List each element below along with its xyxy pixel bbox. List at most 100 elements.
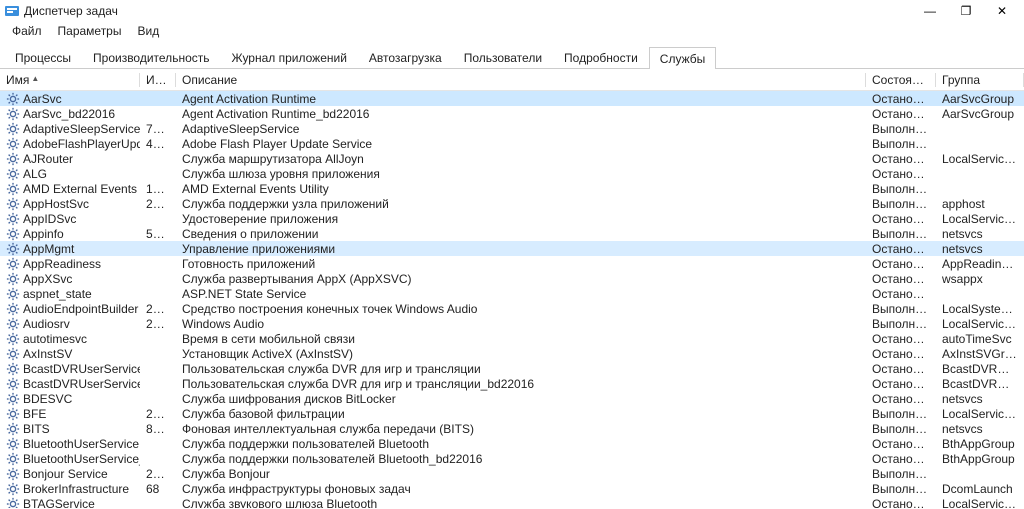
service-state: Остановлено: [866, 287, 936, 301]
table-row[interactable]: AJRouterСлужба маршрутизатора AllJoynОст…: [0, 151, 1024, 166]
service-description: Adobe Flash Player Update Service: [176, 137, 866, 151]
service-name: BITS: [23, 422, 50, 436]
service-name: AarSvc: [23, 92, 62, 106]
tab-processes[interactable]: Процессы: [4, 46, 82, 68]
service-name: BcastDVRUserService_bd2...: [23, 377, 140, 391]
table-row[interactable]: BluetoothUserService_bd22...Служба подде…: [0, 451, 1024, 466]
gear-icon: [6, 332, 20, 346]
gear-icon: [6, 497, 20, 509]
tab-startup[interactable]: Автозагрузка: [358, 46, 453, 68]
title-bar: Диспетчер задач — ❐ ✕: [0, 0, 1024, 22]
table-row[interactable]: autotimesvcВремя в сети мобильной связиО…: [0, 331, 1024, 346]
service-name: ALG: [23, 167, 47, 181]
table-row[interactable]: BDESVCСлужба шифрования дисков BitLocker…: [0, 391, 1024, 406]
service-state: Выполняется: [866, 137, 936, 151]
table-row[interactable]: Appinfo5536Сведения о приложенииВыполняе…: [0, 226, 1024, 241]
gear-icon: [6, 122, 20, 136]
service-description: Windows Audio: [176, 317, 866, 331]
header-pid[interactable]: ИД п...: [140, 70, 176, 90]
menu-view[interactable]: Вид: [129, 22, 167, 42]
service-group: LocalServiceN...: [936, 407, 1024, 421]
column-headers: Имя ▲ ИД п... Описание Состояние Группа: [0, 69, 1024, 91]
table-row[interactable]: AppReadinessГотовность приложенийОстанов…: [0, 256, 1024, 271]
table-row[interactable]: AppMgmtУправление приложениямиОстановлен…: [0, 241, 1024, 256]
service-state: Выполняется: [866, 122, 936, 136]
services-list[interactable]: AarSvcAgent Activation RuntimeОстановлен…: [0, 91, 1024, 508]
tab-services[interactable]: Службы: [649, 47, 716, 69]
service-pid: 7936: [140, 122, 176, 136]
gear-icon: [6, 197, 20, 211]
table-row[interactable]: ALGСлужба шлюза уровня приложенияОстанов…: [0, 166, 1024, 181]
gear-icon: [6, 257, 20, 271]
tab-app-history[interactable]: Журнал приложений: [221, 46, 358, 68]
table-row[interactable]: AdaptiveSleepService7936AdaptiveSleepSer…: [0, 121, 1024, 136]
table-row[interactable]: AppHostSvc2268Служба поддержки узла прил…: [0, 196, 1024, 211]
service-state: Остановлено: [866, 347, 936, 361]
service-name: AMD External Events Utility: [23, 182, 140, 196]
table-row[interactable]: Audiosrv2272Windows AudioВыполняетсяLoca…: [0, 316, 1024, 331]
service-name: BluetoothUserService: [23, 437, 139, 451]
service-name: BcastDVRUserService: [23, 362, 140, 376]
service-state: Остановлено: [866, 377, 936, 391]
service-pid: 4680: [140, 137, 176, 151]
header-state[interactable]: Состояние: [866, 70, 936, 90]
close-button[interactable]: ✕: [984, 0, 1020, 22]
menu-options[interactable]: Параметры: [50, 22, 130, 42]
tab-users[interactable]: Пользователи: [453, 46, 553, 68]
table-row[interactable]: BFE2856Служба базовой фильтрацииВыполняе…: [0, 406, 1024, 421]
table-row[interactable]: AMD External Events Utility1556AMD Exter…: [0, 181, 1024, 196]
header-group[interactable]: Группа: [936, 70, 1024, 90]
table-row[interactable]: AdobeFlashPlayerUpdateSvc4680Adobe Flash…: [0, 136, 1024, 151]
table-row[interactable]: BrokerInfrastructure68Служба инфраструкт…: [0, 481, 1024, 496]
service-group: netsvcs: [936, 422, 1024, 436]
table-row[interactable]: AppXSvcСлужба развертывания AppX (AppXSV…: [0, 271, 1024, 286]
table-row[interactable]: AppIDSvcУдостоверение приложенияОстановл…: [0, 211, 1024, 226]
table-row[interactable]: AudioEndpointBuilder2116Средство построе…: [0, 301, 1024, 316]
maximize-button[interactable]: ❐: [948, 0, 984, 22]
menu-file[interactable]: Файл: [4, 22, 50, 42]
gear-icon: [6, 227, 20, 241]
minimize-button[interactable]: —: [912, 0, 948, 22]
header-description[interactable]: Описание: [176, 70, 866, 90]
table-row[interactable]: BcastDVRUserService_bd2...Пользовательск…: [0, 376, 1024, 391]
service-state: Остановлено: [866, 332, 936, 346]
service-description: Служба инфраструктуры фоновых задач: [176, 482, 866, 496]
service-state: Остановлено: [866, 362, 936, 376]
tab-details[interactable]: Подробности: [553, 46, 649, 68]
service-state: Остановлено: [866, 152, 936, 166]
service-name: AppMgmt: [23, 242, 74, 256]
gear-icon: [6, 467, 20, 481]
service-state: Выполняется: [866, 197, 936, 211]
table-row[interactable]: BTAGServiceСлужба звукового шлюза Blueto…: [0, 496, 1024, 508]
table-row[interactable]: aspnet_stateASP.NET State ServiceОстанов…: [0, 286, 1024, 301]
service-description: ASP.NET State Service: [176, 287, 866, 301]
gear-icon: [6, 377, 20, 391]
gear-icon: [6, 437, 20, 451]
table-row[interactable]: AarSvcAgent Activation RuntimeОстановлен…: [0, 91, 1024, 106]
service-name: AarSvc_bd22016: [23, 107, 115, 121]
table-row[interactable]: BluetoothUserServiceСлужба поддержки пол…: [0, 436, 1024, 451]
gear-icon: [6, 242, 20, 256]
service-group: netsvcs: [936, 392, 1024, 406]
gear-icon: [6, 347, 20, 361]
table-row[interactable]: Bonjour Service2156Служба BonjourВыполня…: [0, 466, 1024, 481]
service-description: Служба звукового шлюза Bluetooth: [176, 497, 866, 509]
header-name[interactable]: Имя ▲: [0, 70, 140, 90]
service-pid: 2268: [140, 197, 176, 211]
table-row[interactable]: BcastDVRUserServiceПользовательская служ…: [0, 361, 1024, 376]
service-group: AxInstSVGroup: [936, 347, 1024, 361]
table-row[interactable]: BITS8420Фоновая интеллектуальная служба …: [0, 421, 1024, 436]
service-group: autoTimeSvc: [936, 332, 1024, 346]
table-row[interactable]: AarSvc_bd22016Agent Activation Runtime_b…: [0, 106, 1024, 121]
service-name: AppXSvc: [23, 272, 72, 286]
service-name: Appinfo: [23, 227, 64, 241]
table-row[interactable]: AxInstSVУстановщик ActiveX (AxInstSV)Ост…: [0, 346, 1024, 361]
service-description: AMD External Events Utility: [176, 182, 866, 196]
tab-performance[interactable]: Производительность: [82, 46, 220, 68]
service-name: autotimesvc: [23, 332, 87, 346]
service-state: Остановлено: [866, 92, 936, 106]
service-name: AppIDSvc: [23, 212, 76, 226]
service-pid: 1556: [140, 182, 176, 196]
service-group: BthAppGroup: [936, 437, 1024, 451]
service-state: Выполняется: [866, 227, 936, 241]
